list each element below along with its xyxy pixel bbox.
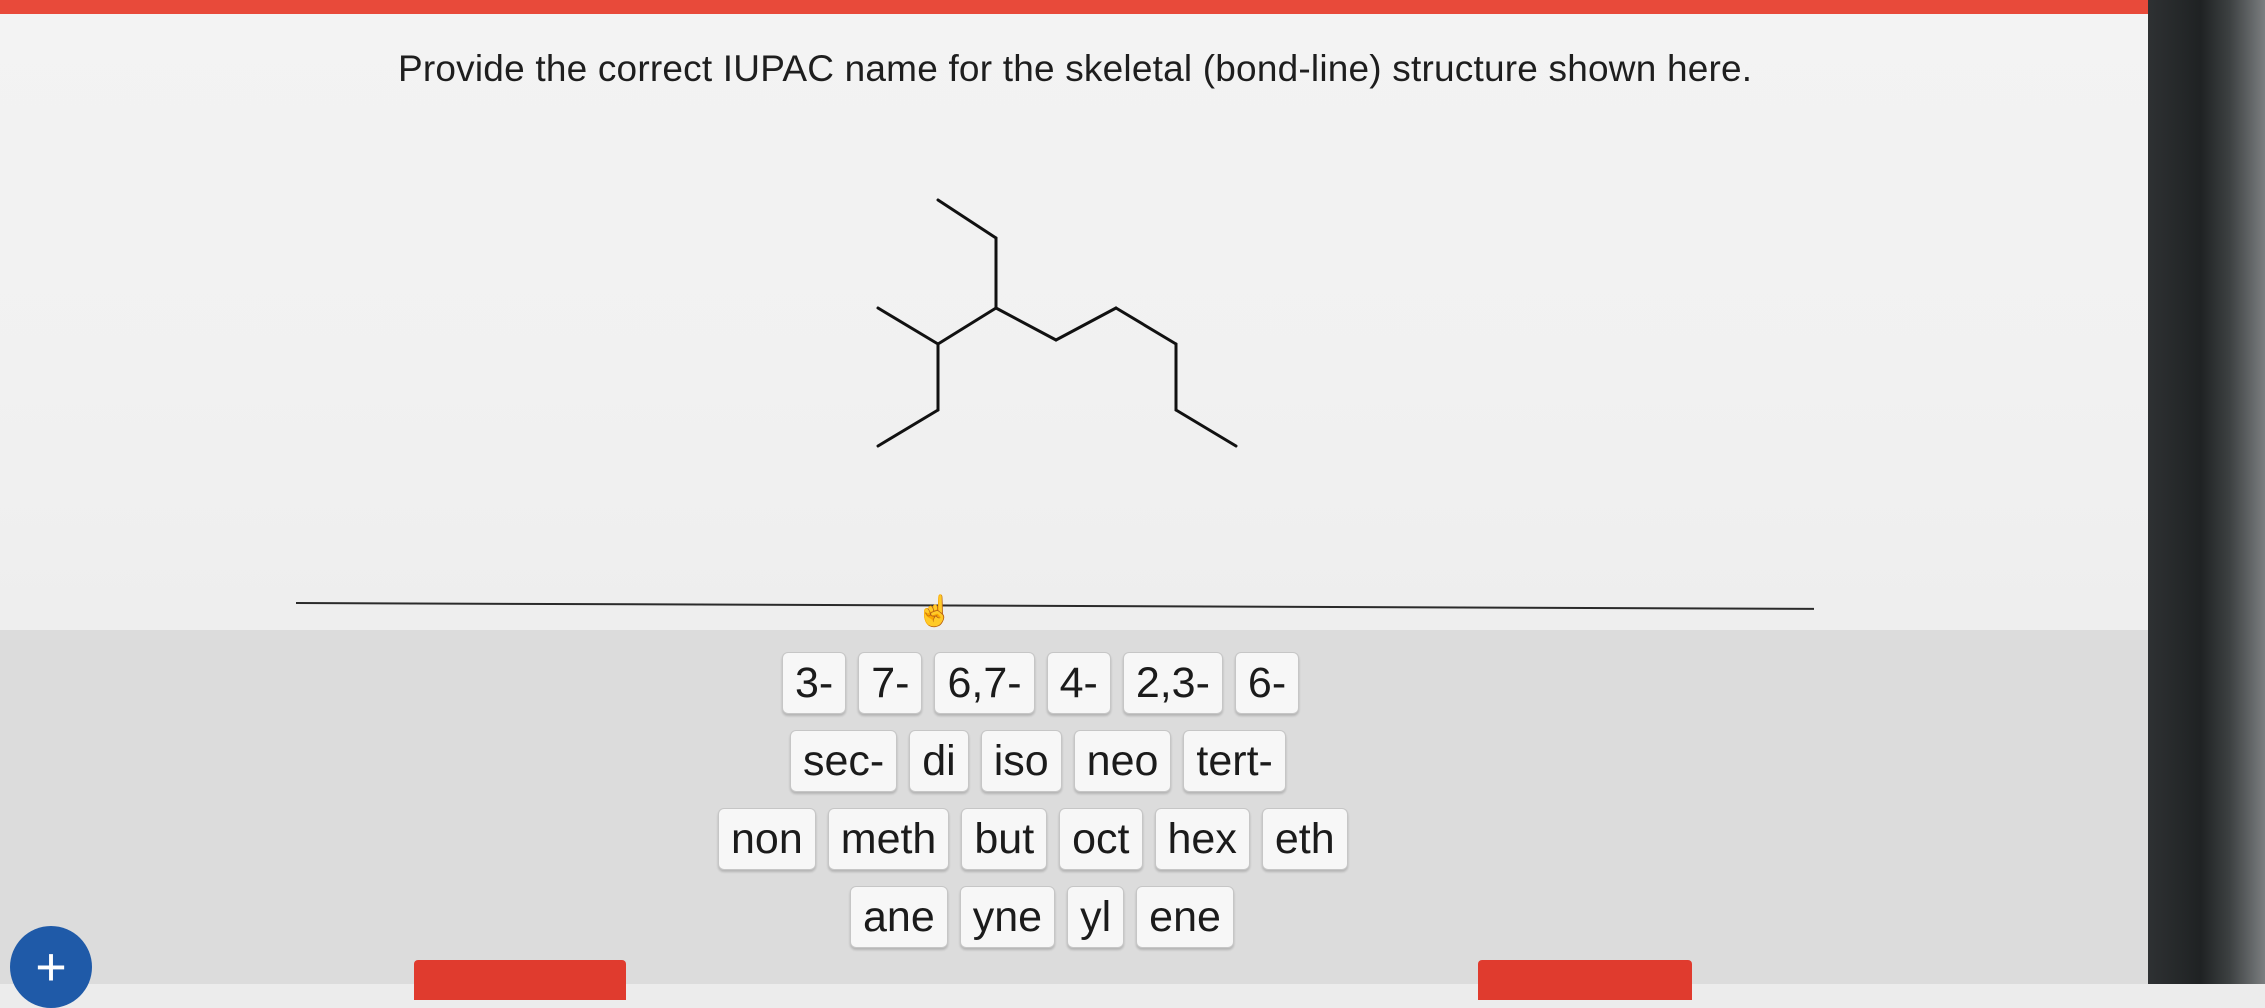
bond: [1174, 408, 1238, 448]
tile-prefix[interactable]: neo: [1073, 730, 1172, 792]
bond: [994, 306, 1058, 342]
tile-root[interactable]: non: [718, 808, 816, 870]
action-button-right[interactable]: [1478, 960, 1692, 1000]
bond: [876, 306, 940, 346]
tile-locant[interactable]: 3-: [782, 652, 847, 714]
tile-suffix[interactable]: yl: [1067, 886, 1125, 948]
bond: [936, 306, 998, 346]
top-accent-bar: [0, 0, 2160, 14]
screen-bezel: [2148, 0, 2265, 984]
tile-prefix[interactable]: di: [909, 730, 969, 792]
tile-root[interactable]: oct: [1059, 808, 1143, 870]
tile-locant[interactable]: 4-: [1046, 652, 1111, 714]
tile-locant[interactable]: 7-: [858, 652, 923, 714]
tile-root[interactable]: hex: [1154, 808, 1250, 870]
tile-locant[interactable]: 6-: [1234, 652, 1300, 714]
tile-prefix[interactable]: tert-: [1183, 730, 1286, 792]
prefix-row: sec- di iso neo tert-: [790, 730, 1286, 792]
tile-suffix[interactable]: ane: [850, 886, 948, 948]
action-button-left[interactable]: [414, 960, 626, 1000]
bond: [1114, 306, 1178, 346]
tile-locant[interactable]: 6,7-: [934, 652, 1035, 714]
bond: [876, 408, 940, 448]
tile-tray: 3- 7- 6,7- 4- 2,3- 6- sec- di iso neo te…: [0, 630, 2148, 984]
locant-row: 3- 7- 6,7- 4- 2,3- 6-: [782, 652, 1300, 714]
bond: [1054, 306, 1118, 342]
tile-root[interactable]: meth: [827, 808, 950, 870]
bond: [936, 198, 998, 240]
plus-icon: +: [35, 937, 67, 997]
tile-suffix[interactable]: yne: [959, 886, 1056, 948]
tile-prefix[interactable]: iso: [980, 730, 1062, 792]
tile-prefix[interactable]: sec-: [790, 730, 898, 792]
hand-cursor-icon: ☝: [916, 595, 954, 628]
skeletal-structure: [876, 198, 1238, 448]
tile-root[interactable]: eth: [1261, 808, 1348, 870]
add-button[interactable]: +: [10, 926, 92, 1008]
root-row: non meth but oct hex eth: [718, 808, 1348, 870]
tile-suffix[interactable]: ene: [1136, 886, 1234, 948]
tile-root[interactable]: but: [961, 808, 1048, 870]
answer-drop-line[interactable]: [295, 602, 1814, 610]
suffix-row: ane yne yl ene: [850, 886, 1234, 948]
question-panel: Provide the correct IUPAC name for the s…: [0, 14, 2148, 630]
question-prompt: Provide the correct IUPAC name for the s…: [398, 48, 1753, 89]
tile-locant[interactable]: 2,3-: [1122, 652, 1223, 714]
